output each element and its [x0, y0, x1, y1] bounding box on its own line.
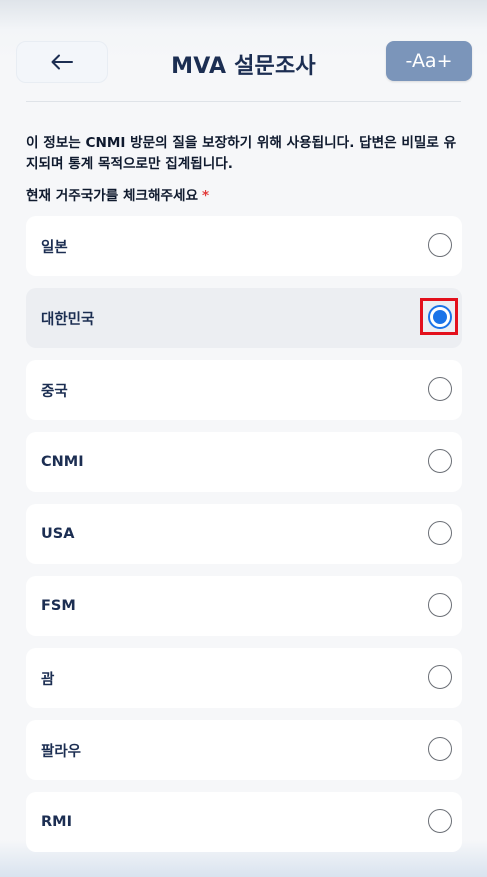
option-label: 팔라우: [41, 743, 82, 760]
option-korea[interactable]: 대한민국: [26, 288, 462, 348]
option-label: 괌: [41, 671, 55, 688]
intro-text: 이 정보는 CNMI 방문의 질을 보장하기 위해 사용됩니다. 답변은 비밀로…: [26, 135, 457, 172]
top-bar: MVA 설문조사 -Aa+: [0, 0, 487, 100]
radio-button[interactable]: [428, 737, 452, 761]
radio-button[interactable]: [428, 233, 452, 257]
header-divider: [26, 101, 461, 102]
option-rmi[interactable]: RMI: [26, 792, 462, 852]
option-label: 대한민국: [41, 311, 95, 328]
radio-button[interactable]: [428, 521, 452, 545]
country-options: 일본 대한민국 중국 CNMI USA FSM 괌 팔라우 RMI: [26, 216, 462, 864]
radio-button[interactable]: [428, 449, 452, 473]
required-mark: *: [202, 188, 210, 204]
option-cnmi[interactable]: CNMI: [26, 432, 462, 492]
option-label: 중국: [41, 383, 68, 400]
option-china[interactable]: 중국: [26, 360, 462, 420]
option-guam[interactable]: 괌: [26, 648, 462, 708]
font-size-button[interactable]: -Aa+: [386, 41, 472, 81]
radio-button[interactable]: [428, 665, 452, 689]
radio-button[interactable]: [428, 809, 452, 833]
option-label: RMI: [41, 814, 72, 830]
question-text: 현재 거주국가를 체크해주세요: [26, 188, 199, 204]
radio-button[interactable]: [428, 593, 452, 617]
radio-button[interactable]: [428, 377, 452, 401]
option-label: 일본: [41, 239, 68, 256]
option-fsm[interactable]: FSM: [26, 576, 462, 636]
question-label: 현재 거주국가를 체크해주세요 *: [26, 184, 209, 204]
option-label: CNMI: [41, 454, 84, 470]
highlight-box: [420, 298, 458, 335]
option-japan[interactable]: 일본: [26, 216, 462, 276]
option-label: FSM: [41, 598, 76, 614]
option-label: USA: [41, 526, 75, 542]
option-usa[interactable]: USA: [26, 504, 462, 564]
option-palau[interactable]: 팔라우: [26, 720, 462, 780]
